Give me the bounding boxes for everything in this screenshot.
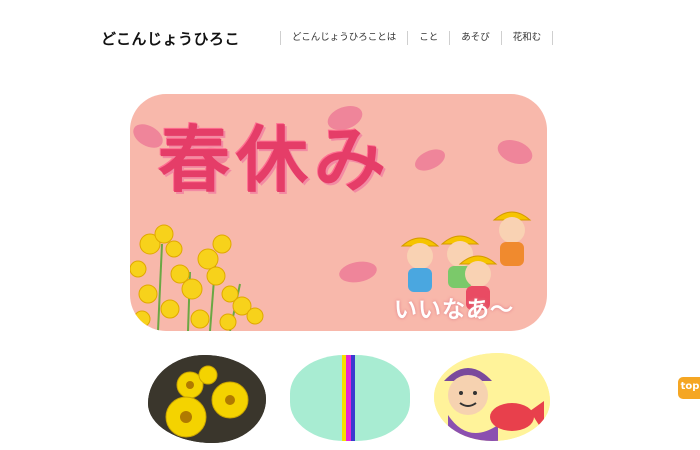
- nav-item-about[interactable]: どこんじょうひろことは: [280, 31, 407, 45]
- scroll-to-top-button[interactable]: top: [678, 377, 700, 399]
- hero-title: 春休み: [158, 118, 393, 202]
- thumbnail-yellow-flowers[interactable]: [148, 355, 266, 443]
- site-title[interactable]: どこんじょうひろこ: [101, 28, 240, 49]
- nav-item-kawamu[interactable]: 花和む: [500, 31, 554, 45]
- yellow-flowers-photo-icon: [148, 355, 266, 443]
- thumbnail-ebisu[interactable]: [434, 353, 550, 441]
- thumbnail-stripes[interactable]: [290, 355, 410, 441]
- ebisu-illustration-icon: [434, 353, 550, 441]
- hero-caption: いいなあ〜: [394, 297, 514, 323]
- nav-item-asobi[interactable]: あそび: [449, 31, 501, 45]
- main-nav: どこんじょうひろことは こと あそび 花和む: [280, 31, 554, 45]
- blue-stripe: [351, 355, 355, 441]
- nav-item-koto[interactable]: こと: [407, 31, 449, 45]
